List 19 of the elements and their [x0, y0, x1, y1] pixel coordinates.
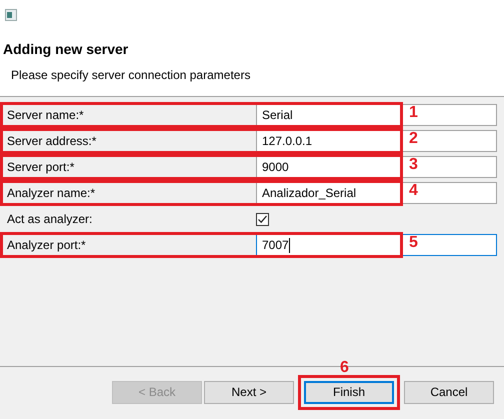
window-icon [5, 9, 17, 21]
annotation-number: 3 [409, 155, 418, 175]
field-label: Analyzer port:* [7, 237, 87, 254]
field-label: Server port:* [7, 159, 76, 176]
page-title: Adding new server [3, 40, 128, 59]
annotation-number: 2 [409, 129, 418, 149]
field-label: Act as analyzer: [7, 211, 94, 228]
annotation-number: 4 [409, 181, 418, 201]
field-label: Server name:* [7, 107, 85, 124]
field-label: Analyzer name:* [7, 185, 96, 202]
field-label: Server address:* [7, 133, 98, 150]
annotation-number: 1 [409, 103, 418, 123]
checkbox[interactable] [256, 212, 269, 226]
annotation-number: 5 [409, 233, 418, 253]
dialog-button[interactable]: Next > [204, 380, 294, 404]
dialog-button[interactable]: Cancel [404, 380, 494, 404]
dialog-button[interactable]: Finish [304, 380, 394, 404]
page-subtitle: Please specify server connection parameters [11, 67, 250, 84]
annotation-number: 6 [340, 358, 349, 378]
